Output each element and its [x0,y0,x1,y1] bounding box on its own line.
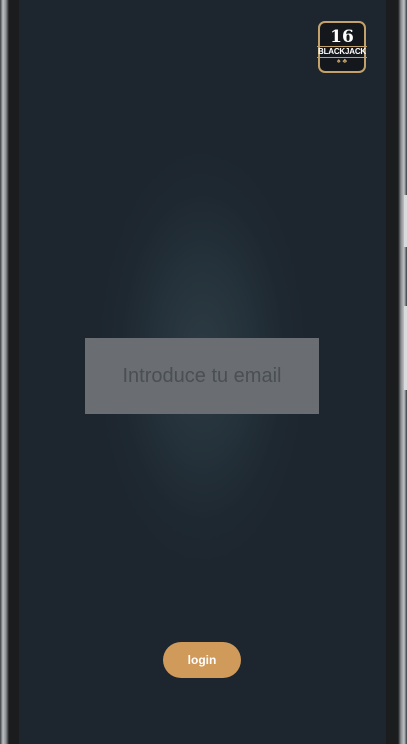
logo-text: BLACKJACK [317,45,367,58]
email-input[interactable] [85,338,319,414]
logo-number: 16 [330,26,354,47]
blackjack-logo: 16 BLACKJACK ♠ ♣ [317,21,367,73]
login-screen: 16 BLACKJACK ♠ ♣ login [19,0,386,744]
login-button[interactable]: login [163,642,241,678]
logo-chips-icon: ♠ ♣ [336,57,348,65]
phone-frame: 16 BLACKJACK ♠ ♣ login [0,0,407,744]
